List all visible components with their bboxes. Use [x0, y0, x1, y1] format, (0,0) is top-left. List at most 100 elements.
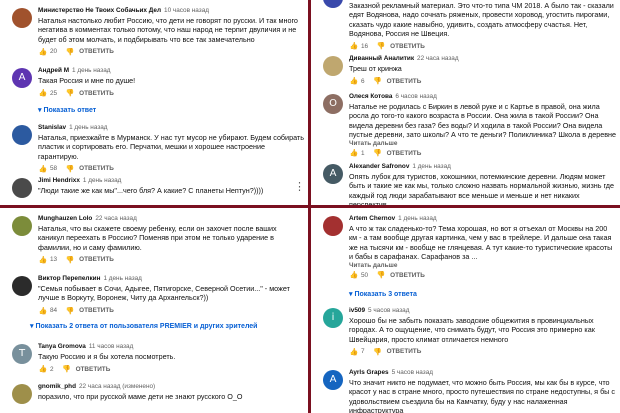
comment-author[interactable]: Андрей М	[38, 67, 69, 74]
like-count: 6	[361, 77, 365, 85]
comment-time[interactable]: 1 день назад	[83, 177, 121, 184]
comment-author[interactable]: iv509	[349, 307, 365, 314]
avatar[interactable]	[12, 276, 32, 296]
thumbs-down-icon[interactable]: 👎	[62, 365, 72, 373]
reply-button[interactable]: ОТВЕТИТЬ	[79, 48, 114, 55]
comment-item: Stanislav 1 день назад Наталья, приезжайт…	[0, 123, 308, 173]
comment-author[interactable]: gnomik_phd	[38, 383, 76, 390]
thumbs-down-icon[interactable]: 👎	[373, 149, 383, 157]
comment-author[interactable]: Artem Chernov	[349, 215, 395, 222]
like-count: 58	[50, 165, 58, 173]
reply-button[interactable]: ОТВЕТИТЬ	[387, 78, 422, 85]
avatar[interactable]	[323, 56, 343, 76]
show-replies-link[interactable]: ▾ Показать 2 ответа от пользователя PREM…	[30, 322, 258, 330]
thumbs-up-icon[interactable]: 👍	[349, 149, 359, 157]
comment-time[interactable]: 1 день назад	[412, 163, 450, 170]
comment-author[interactable]: Диванный Аналитик	[349, 55, 414, 62]
thumbs-up-icon[interactable]: 👍	[38, 256, 48, 264]
comment-item: Диванный Аналитик 22 часа назад Треш от к…	[311, 54, 620, 88]
comment-time[interactable]: 6 часов назад	[395, 93, 436, 100]
reply-button[interactable]: ОТВЕТИТЬ	[390, 43, 425, 50]
comment-text: Такая Россия и мне по душе!	[38, 76, 136, 85]
comment-author[interactable]: Jimi Hendrixx	[38, 177, 80, 184]
thumbs-up-icon[interactable]: 👍	[38, 165, 48, 173]
comment-author[interactable]: Stanislav	[38, 124, 66, 131]
reply-button[interactable]: ОТВЕТИТЬ	[387, 150, 422, 157]
comment-author[interactable]: Виктор Перепелкин	[38, 275, 100, 282]
more-actions-icon[interactable]: ⋮	[294, 182, 305, 193]
comment-time[interactable]: 1 день назад	[103, 275, 141, 282]
comment-author[interactable]: Alexander Safronov	[349, 163, 409, 170]
thumbs-up-icon[interactable]: 👍	[349, 348, 359, 356]
comment-time[interactable]: 11 часов назад	[89, 343, 134, 350]
comment-text: поразило, что при русской маме дети не з…	[38, 392, 243, 401]
avatar[interactable]	[12, 178, 32, 198]
comment-item: A Ayrls Grapes 5 часов назад Что значит н…	[311, 368, 620, 413]
comment-author[interactable]: Tanya Gromova	[38, 343, 86, 350]
thumbs-down-icon[interactable]: 👎	[65, 307, 75, 315]
reply-button[interactable]: ОТВЕТИТЬ	[79, 90, 114, 97]
comment-author[interactable]: Munghauzen Lolo	[38, 215, 92, 222]
comment-text: Наталье не родилась с Биркин в левой рук…	[349, 102, 616, 139]
avatar[interactable]: A	[323, 370, 343, 390]
comment-time[interactable]: 10 часов назад	[164, 7, 209, 14]
comment-time[interactable]: 5 часов назад	[368, 307, 409, 314]
comment-time[interactable]: 5 часов назад	[392, 369, 433, 376]
comment-text: Треш от кринжа	[349, 64, 402, 73]
like-count: 20	[50, 48, 58, 56]
thumbs-down-icon[interactable]: 👎	[65, 48, 75, 56]
thumbs-down-icon[interactable]: 👎	[65, 89, 75, 97]
avatar[interactable]	[12, 216, 32, 236]
comment-author[interactable]: Ayrls Grapes	[349, 369, 389, 376]
avatar[interactable]	[12, 125, 32, 145]
show-replies-link[interactable]: ▾ Показать ответ	[38, 106, 96, 114]
thumbs-down-icon[interactable]: 👎	[373, 348, 383, 356]
comment-item: О Олеся Котова 6 часов назад Наталье не р…	[311, 92, 620, 157]
read-more-link[interactable]: Читать дальше	[349, 262, 616, 269]
thumbs-up-icon[interactable]: 👍	[38, 307, 48, 315]
comment-time[interactable]: 22 часа назад	[417, 55, 459, 62]
thumbs-down-icon[interactable]: 👎	[376, 271, 386, 279]
comment-time[interactable]: 22 часа назад (изменено)	[79, 383, 155, 390]
thumbs-up-icon[interactable]: 👍	[349, 77, 359, 85]
reply-button[interactable]: ОТВЕТИТЬ	[79, 256, 114, 263]
reply-button[interactable]: ОТВЕТИТЬ	[387, 348, 422, 355]
comment-author[interactable]: Министерство Не Твоих Собачьих Дел	[38, 7, 161, 14]
avatar[interactable]: T	[12, 344, 32, 364]
like-count: 7	[361, 348, 365, 356]
avatar[interactable]: A	[323, 0, 343, 8]
thumbs-up-icon[interactable]: 👍	[38, 89, 48, 97]
reply-button[interactable]: ОТВЕТИТЬ	[76, 366, 111, 373]
thumbs-up-icon[interactable]: 👍	[38, 48, 48, 56]
comment-author[interactable]: Олеся Котова	[349, 93, 392, 100]
show-replies-link[interactable]: ▾ Показать 3 ответа	[349, 290, 417, 298]
comment-item: Министерство Не Твоих Собачьих Дел 10 час…	[0, 6, 308, 58]
avatar[interactable]: О	[323, 94, 343, 114]
reply-button[interactable]: ОТВЕТИТЬ	[79, 165, 114, 172]
read-more-link[interactable]: Читать дальше	[349, 140, 616, 147]
avatar[interactable]: i	[323, 308, 343, 328]
comment-text: Заказной рекламный материал. Это что-то …	[349, 1, 614, 38]
reply-button[interactable]: ОТВЕТИТЬ	[79, 307, 114, 314]
avatar[interactable]	[12, 8, 32, 28]
comment-time[interactable]: 22 часа назад	[95, 215, 137, 222]
reply-button[interactable]: ОТВЕТИТЬ	[390, 272, 425, 279]
avatar[interactable]	[12, 384, 32, 404]
thumbs-down-icon[interactable]: 👎	[376, 42, 386, 50]
comment-item: T Tanya Gromova 11 часов назад Такую Росс…	[0, 342, 308, 378]
like-count: 2	[50, 365, 54, 373]
avatar[interactable]: A	[323, 164, 343, 184]
avatar[interactable]	[323, 216, 343, 236]
thumbs-down-icon[interactable]: 👎	[65, 256, 75, 264]
avatar[interactable]: A	[12, 68, 32, 88]
comment-time[interactable]: 1 день назад	[72, 67, 110, 74]
thumbs-up-icon[interactable]: 👍	[349, 42, 359, 50]
thumbs-up-icon[interactable]: 👍	[349, 271, 359, 279]
thumbs-down-icon[interactable]: 👎	[65, 165, 75, 173]
like-count: 16	[361, 42, 369, 50]
comment-time[interactable]: 1 день назад	[398, 215, 436, 222]
thumbs-down-icon[interactable]: 👎	[373, 77, 383, 85]
thumbs-up-icon[interactable]: 👍	[38, 365, 48, 373]
comment-time[interactable]: 1 день назад	[69, 124, 107, 131]
comment-item: i iv509 5 часов назад Хорошо бы не забыть…	[311, 306, 620, 362]
